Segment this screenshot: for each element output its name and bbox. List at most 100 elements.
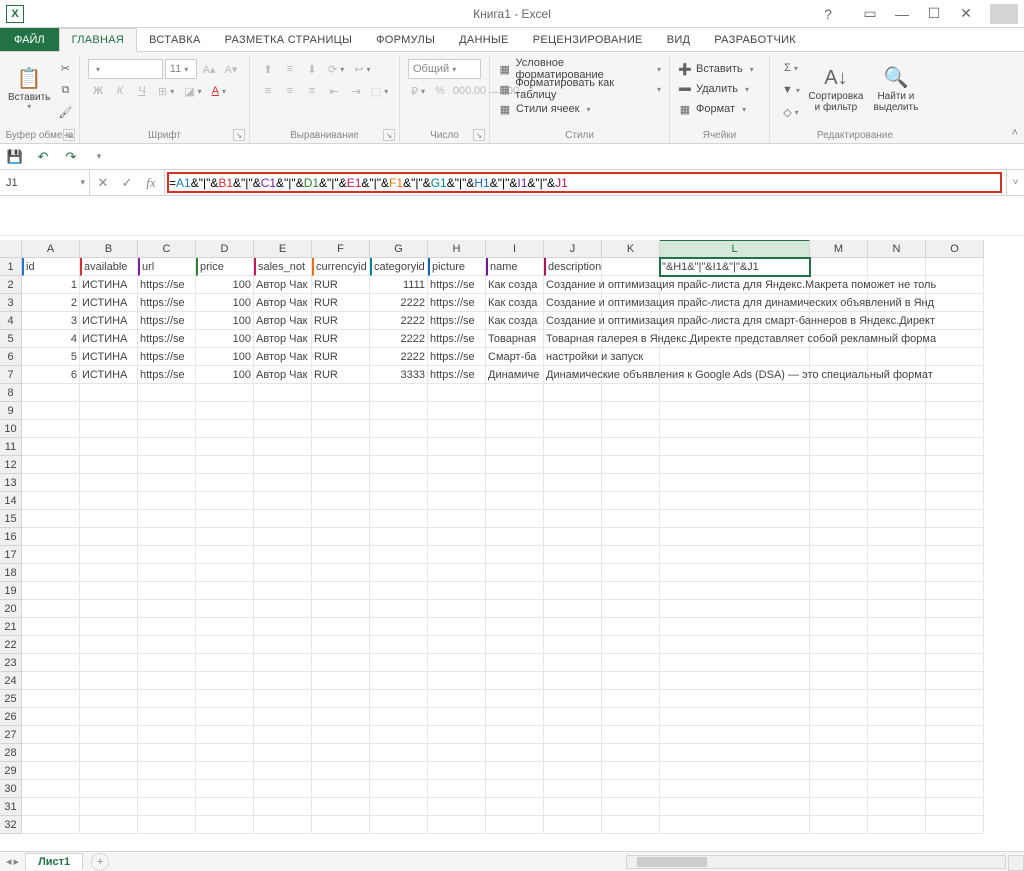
cell-I16[interactable] [486,528,544,546]
collapse-ribbon-icon[interactable]: ˄ [1012,127,1018,139]
cell-C18[interactable] [138,564,196,582]
cell-M9[interactable] [810,402,868,420]
cell-J24[interactable] [544,672,602,690]
tab-0[interactable]: ГЛАВНАЯ [59,28,138,52]
cell-M17[interactable] [810,546,868,564]
cell-D2[interactable]: 100 [196,276,254,294]
cell-C17[interactable] [138,546,196,564]
cell-J10[interactable] [544,420,602,438]
cell-I24[interactable] [486,672,544,690]
row-header-18[interactable]: 18 [0,564,22,582]
minimize-button[interactable]: — [886,0,918,27]
cell-N29[interactable] [868,762,926,780]
cell-D23[interactable] [196,654,254,672]
cell-B25[interactable] [80,690,138,708]
cell-E9[interactable] [254,402,312,420]
font-launcher-icon[interactable]: ↘ [233,129,245,141]
cell-F19[interactable] [312,582,370,600]
cell-A4[interactable]: 3 [22,312,80,330]
cell-E31[interactable] [254,798,312,816]
col-header-I[interactable]: I [486,240,544,258]
cell-O31[interactable] [926,798,984,816]
cell-H10[interactable] [428,420,486,438]
cell-B8[interactable] [80,384,138,402]
cell-L26[interactable] [660,708,810,726]
cell-B3[interactable]: ИСТИНА [80,294,138,312]
cell-A16[interactable] [22,528,80,546]
cell-E6[interactable]: Автор Чак [254,348,312,366]
cell-C2[interactable]: https://se [138,276,196,294]
enter-formula-icon[interactable]: ✓ [118,175,136,191]
cell-C31[interactable] [138,798,196,816]
cell-G4[interactable]: 2222 [370,312,428,330]
cell-E25[interactable] [254,690,312,708]
row-header-7[interactable]: 7 [0,366,22,384]
cell-K14[interactable] [602,492,660,510]
cell-F26[interactable] [312,708,370,726]
cell-C30[interactable] [138,780,196,798]
sheet-tab[interactable]: Лист1 [25,853,83,870]
cell-G5[interactable]: 2222 [370,330,428,348]
row-header-9[interactable]: 9 [0,402,22,420]
cell-M19[interactable] [810,582,868,600]
fill-button[interactable]: ▼ [778,80,804,100]
cell-G2[interactable]: 1111 [370,276,428,294]
cell-G28[interactable] [370,744,428,762]
cell-B7[interactable]: ИСТИНА [80,366,138,384]
cell-H19[interactable] [428,582,486,600]
cell-I32[interactable] [486,816,544,834]
tab-2[interactable]: РАЗМЕТКА СТРАНИЦЫ [213,28,365,51]
format-cells-button[interactable]: ▦Формат [678,100,761,118]
horizontal-scrollbar[interactable] [626,855,1006,869]
cell-C9[interactable] [138,402,196,420]
cell-O6[interactable] [926,348,984,366]
cell-N20[interactable] [868,600,926,618]
cell-A21[interactable] [22,618,80,636]
cell-I1[interactable]: name [486,258,544,276]
comma-icon[interactable]: 000 [452,81,472,101]
cell-H30[interactable] [428,780,486,798]
cell-E32[interactable] [254,816,312,834]
cell-N16[interactable] [868,528,926,546]
chevron-down-icon[interactable]: ▾ [80,177,85,188]
row-header-5[interactable]: 5 [0,330,22,348]
col-header-D[interactable]: D [196,240,254,258]
cell-K19[interactable] [602,582,660,600]
cell-H32[interactable] [428,816,486,834]
col-header-A[interactable]: A [22,240,80,258]
tab-6[interactable]: ВИД [655,28,703,51]
cell-I9[interactable] [486,402,544,420]
cell-G3[interactable]: 2222 [370,294,428,312]
cell-C3[interactable]: https://se [138,294,196,312]
cell-O30[interactable] [926,780,984,798]
copy-button[interactable]: ⧉ [54,80,76,100]
cell-E15[interactable] [254,510,312,528]
cell-O19[interactable] [926,582,984,600]
row-header-27[interactable]: 27 [0,726,22,744]
bold-button[interactable]: Ж [88,81,108,101]
cell-F31[interactable] [312,798,370,816]
cell-J20[interactable] [544,600,602,618]
cell-D9[interactable] [196,402,254,420]
cell-B14[interactable] [80,492,138,510]
cell-F14[interactable] [312,492,370,510]
redo-icon[interactable]: ↷ [62,148,80,166]
cell-A2[interactable]: 1 [22,276,80,294]
close-button[interactable]: ✕ [950,0,982,27]
cell-L22[interactable] [660,636,810,654]
cell-D3[interactable]: 100 [196,294,254,312]
cell-G7[interactable]: 3333 [370,366,428,384]
cell-I3[interactable]: Как созда [486,294,544,312]
cell-N11[interactable] [868,438,926,456]
cell-M10[interactable] [810,420,868,438]
cell-O25[interactable] [926,690,984,708]
cell-L14[interactable] [660,492,810,510]
cell-I12[interactable] [486,456,544,474]
row-header-25[interactable]: 25 [0,690,22,708]
row-header-4[interactable]: 4 [0,312,22,330]
row-header-28[interactable]: 28 [0,744,22,762]
cell-G24[interactable] [370,672,428,690]
cell-D8[interactable] [196,384,254,402]
cell-D13[interactable] [196,474,254,492]
cell-A10[interactable] [22,420,80,438]
